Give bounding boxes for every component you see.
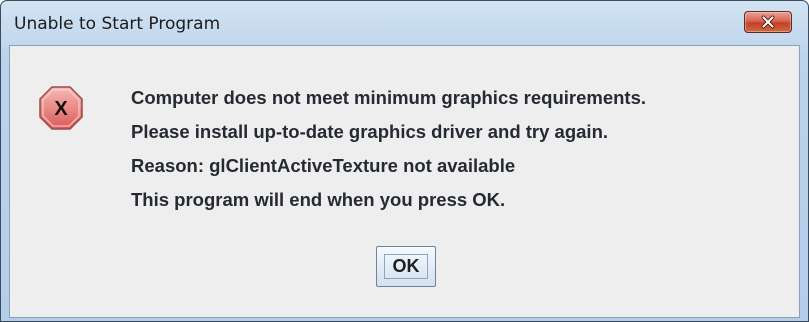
title-bar[interactable]: Unable to Start Program [1,1,808,45]
message-line: This program will end when you press OK. [131,189,506,210]
message-line: Computer does not meet minimum graphics … [131,87,647,108]
svg-text:X: X [54,98,68,120]
dialog-content: X Computer does not meet minimum graphic… [9,45,800,318]
message-text: Computer does not meet minimum graphics … [131,81,646,217]
error-icon: X [39,86,83,130]
window-title: Unable to Start Program [14,14,221,34]
ok-button[interactable]: OK [376,246,436,287]
message-line: Reason: glClientActiveTexture not availa… [131,155,516,176]
close-button[interactable] [744,11,792,33]
close-icon [761,15,775,29]
message-line: Please install up-to-date graphics drive… [131,121,609,142]
ok-button-label: OK [392,256,420,276]
dialog-window: Unable to Start Program X Computer does … [0,0,809,322]
